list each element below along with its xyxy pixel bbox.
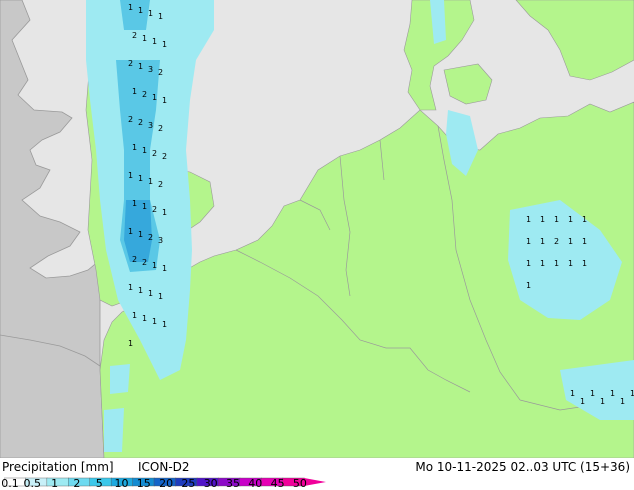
precip-value-label: 1 xyxy=(526,215,531,224)
precip-value-label: 1 xyxy=(142,202,147,211)
legend-tick-label: 45 xyxy=(270,477,285,490)
precip-value-label: 2 xyxy=(138,118,143,127)
precip-value-label: 1 xyxy=(570,389,575,398)
precip-value-label: 1 xyxy=(142,314,147,323)
precip-value-label: 1 xyxy=(132,87,137,96)
precip-value-label: 2 xyxy=(158,124,163,133)
model-name: ICON-D2 xyxy=(138,460,190,474)
precip-value-label: 1 xyxy=(142,34,147,43)
precip-value-label: 1 xyxy=(568,259,573,268)
legend-tick-label: 50 xyxy=(292,477,307,490)
precip-value-label: 1 xyxy=(142,146,147,155)
legend-tick-label: 40 xyxy=(248,477,263,490)
precip-value-label: 1 xyxy=(526,259,531,268)
legend-overflow-arrow xyxy=(304,478,326,486)
precip-value-label: 1 xyxy=(138,174,143,183)
legend-tick-label: 20 xyxy=(159,477,174,490)
precip-value-label: 1 xyxy=(138,230,143,239)
precip-value-label: 1 xyxy=(132,199,137,208)
precip-value-label: 1 xyxy=(630,389,634,398)
precip-value-label: 3 xyxy=(148,65,153,74)
legend-tick-label: 15 xyxy=(136,477,151,490)
precip-value-label: 1 xyxy=(540,237,545,246)
precip-value-label: 1 xyxy=(128,339,133,348)
precip-value-label: 2 xyxy=(158,68,163,77)
legend-tick-label: 0.1 xyxy=(1,477,19,490)
precip-value-label: 1 xyxy=(582,215,587,224)
precip-value-label: 1 xyxy=(554,259,559,268)
precip-value-label: 1 xyxy=(600,397,605,406)
precip-value-label: 2 xyxy=(152,149,157,158)
precip-value-label: 1 xyxy=(526,237,531,246)
precip-value-label: 1 xyxy=(582,237,587,246)
precip-value-label: 1 xyxy=(568,237,573,246)
legend-tick-label: 1 xyxy=(51,477,59,490)
precip-value-label: 1 xyxy=(158,292,163,301)
precip-value-label: 1 xyxy=(162,96,167,105)
precip-value-label: 1 xyxy=(582,259,587,268)
precip-value-label: 1 xyxy=(138,286,143,295)
precip-value-label: 1 xyxy=(132,143,137,152)
precip-value-label: 2 xyxy=(152,205,157,214)
precipitation-map: 1 1 1 12 1 1 12 1 3 21 2 1 12 2 3 21 1 2 21 1 1 21 1 2 11 1 2 32 2 1 1… xyxy=(0,0,634,458)
precip-value-label: 2 xyxy=(142,90,147,99)
legend-tick-label: 10 xyxy=(114,477,129,490)
precip-value-label: 1 xyxy=(162,264,167,273)
precip-value-label: 1 xyxy=(128,227,133,236)
precip-value-label: 2 xyxy=(148,233,153,242)
precip-value-label: 1 xyxy=(580,397,585,406)
precip-value-label: 2 xyxy=(162,152,167,161)
precip-value-label: 1 xyxy=(526,281,531,290)
legend-title: Precipitation [mm] xyxy=(2,460,114,474)
precip-value-label: 1 xyxy=(148,289,153,298)
precip-value-label: 1 xyxy=(162,208,167,217)
precip-value-label: 1 xyxy=(162,320,167,329)
precip-value-label: 1 xyxy=(554,215,559,224)
precip-value-label: 1 xyxy=(158,12,163,21)
precip-value-label: 3 xyxy=(148,121,153,130)
precip-value-label: 1 xyxy=(540,215,545,224)
precip-value-label: 2 xyxy=(142,258,147,267)
precip-value-label: 1 xyxy=(132,311,137,320)
legend-tick-label: 2 xyxy=(73,477,81,490)
legend-tick-label: 35 xyxy=(226,477,240,490)
precip-value-label: 1 xyxy=(162,40,167,49)
precip-value-label: 1 xyxy=(148,9,153,18)
precip-value-label: 2 xyxy=(158,180,163,189)
precip-value-label: 2 xyxy=(132,31,137,40)
legend-tick-label: 5 xyxy=(95,477,103,490)
precip-value-label: 1 xyxy=(152,317,157,326)
precip-value-label: 2 xyxy=(128,115,133,124)
precip-value-label: 1 xyxy=(152,37,157,46)
precip-value-label: 2 xyxy=(554,237,559,246)
legend-tick-label: 0.5 xyxy=(23,477,42,490)
precip-value-label: 1 xyxy=(568,215,573,224)
precip-value-label: 1 xyxy=(138,62,143,71)
precip-value-label: 1 xyxy=(610,389,615,398)
precip-value-label: 1 xyxy=(138,6,143,15)
legend-tick-label: 30 xyxy=(203,477,218,490)
precip-value-label: 3 xyxy=(158,236,163,245)
precip-value-label: 2 xyxy=(128,59,133,68)
precip-value-label: 1 xyxy=(148,177,153,186)
precip-value-label: 1 xyxy=(128,3,133,12)
precip-value-label: 2 xyxy=(132,255,137,264)
precip-value-label: 1 xyxy=(128,171,133,180)
precip-value-label: 1 xyxy=(152,261,157,270)
precip-value-label: 1 xyxy=(128,283,133,292)
legend-tick-label: 25 xyxy=(181,477,196,490)
precip-value-label: 1 xyxy=(152,93,157,102)
precip-value-label: 1 xyxy=(590,389,595,398)
forecast-datetime: Mo 10-11-2025 02..03 UTC (15+36) xyxy=(415,460,630,474)
map-viewer: 1111211121321211223211221112112111232211… xyxy=(0,0,634,490)
precip-value-label: 1 xyxy=(540,259,545,268)
precip-value-label: 1 xyxy=(620,397,625,406)
